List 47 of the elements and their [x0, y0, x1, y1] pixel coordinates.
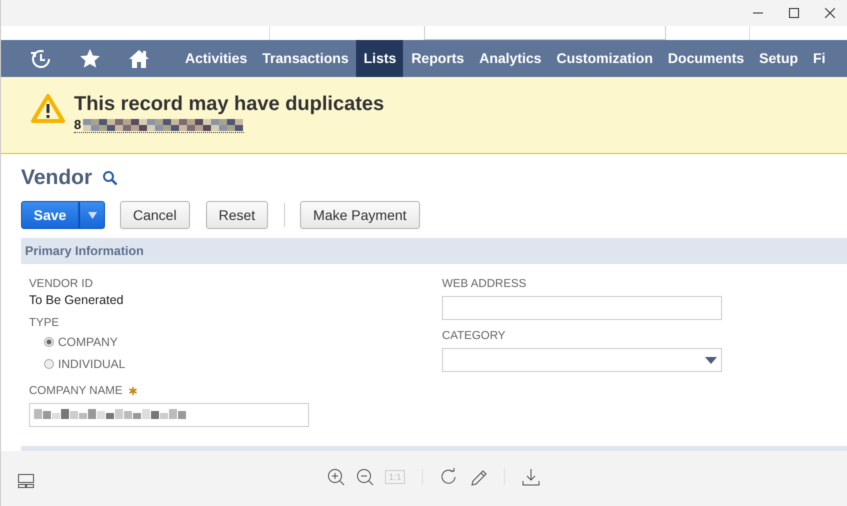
nav-tab[interactable]: Activities — [177, 40, 254, 77]
field-label: VENDOR ID — [29, 278, 93, 290]
save-button[interactable]: Save — [21, 201, 79, 229]
action-button[interactable]: Make Payment — [300, 201, 420, 229]
caret-icon — [88, 212, 96, 218]
caret-icon — [705, 356, 717, 364]
required-icon — [128, 387, 137, 395]
duplicate-link[interactable]: 8 — [74, 117, 82, 132]
radio-button[interactable] — [44, 359, 54, 369]
action-button[interactable]: Cancel — [120, 201, 190, 229]
radio-button[interactable] — [44, 337, 54, 347]
clock-icon[interactable] — [30, 48, 52, 70]
star-icon[interactable] — [79, 48, 101, 70]
zoom-in-icon[interactable] — [327, 468, 345, 486]
home-icon[interactable] — [128, 48, 150, 70]
field-label: TYPE — [29, 317, 60, 329]
input-field[interactable] — [442, 296, 722, 320]
nav-tab[interactable]: Fi — [805, 40, 832, 77]
input-field[interactable] — [29, 403, 309, 427]
page-title: Vendor — [21, 166, 92, 190]
section-header[interactable]: Primary Information — [21, 238, 847, 264]
nav-tab[interactable]: Reports — [403, 40, 472, 77]
field-label: WEB ADDRESS — [442, 278, 526, 290]
field-label: COMPANY NAME — [29, 385, 123, 397]
nav-tab[interactable]: Transactions — [254, 40, 356, 77]
field-label: CATEGORY — [442, 330, 506, 342]
field-value: To Be Generated — [29, 293, 125, 307]
layout-icon[interactable] — [18, 474, 34, 488]
radio-label[interactable]: COMPANY — [58, 335, 118, 349]
zoom-out-icon[interactable] — [356, 468, 374, 486]
rotate-icon[interactable] — [440, 468, 458, 486]
nav-tab[interactable]: Lists — [356, 40, 404, 77]
warning-icon — [31, 93, 65, 123]
search-icon[interactable] — [102, 170, 118, 186]
dropdown-button[interactable] — [79, 201, 105, 229]
pencil-icon[interactable] — [469, 468, 487, 486]
nav-tab[interactable]: Documents — [660, 40, 752, 77]
maximize-icon[interactable] — [789, 8, 799, 18]
radio-label[interactable]: INDIVIDUAL — [58, 357, 126, 371]
alert-title: This record may have duplicates — [74, 93, 384, 116]
dropdown-field[interactable] — [442, 348, 722, 372]
action-button[interactable]: Reset — [206, 201, 268, 229]
nav-tab[interactable]: Setup — [751, 40, 806, 77]
download-icon[interactable] — [522, 468, 540, 486]
nav-tab[interactable]: Customization — [548, 40, 660, 77]
nav-tab[interactable]: Analytics — [471, 40, 548, 77]
close-icon[interactable] — [825, 8, 835, 18]
